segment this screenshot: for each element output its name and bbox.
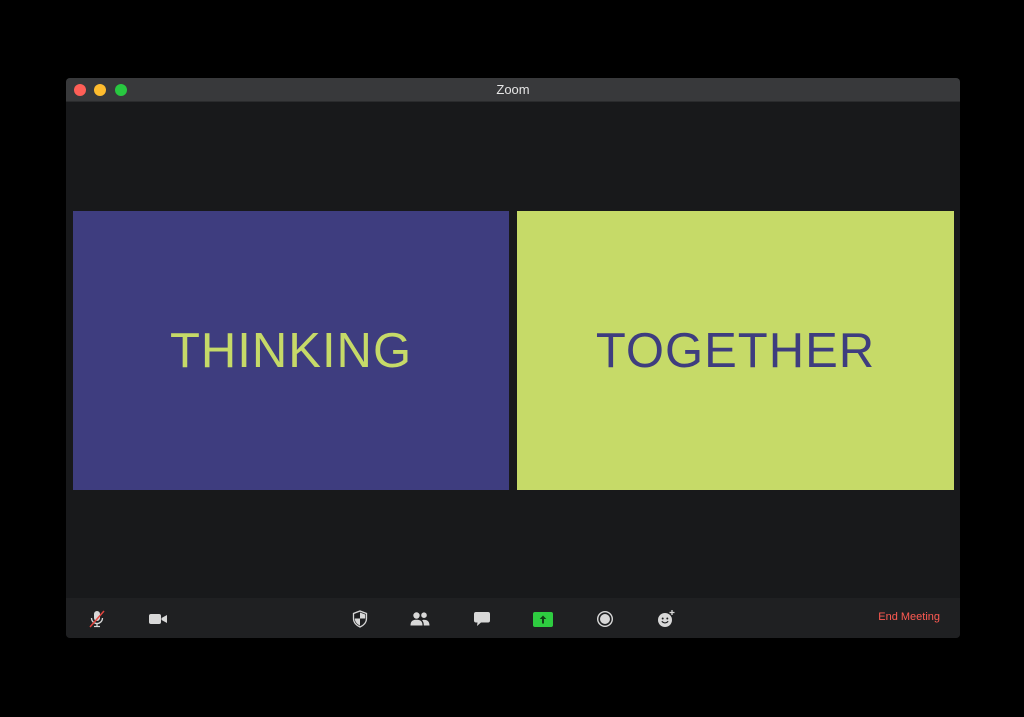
unmute-button[interactable] [86, 608, 108, 630]
shield-icon [352, 610, 368, 628]
participant-tile-together[interactable]: TOGETHER [517, 211, 954, 490]
chat-button[interactable] [471, 608, 493, 630]
participants-button[interactable] [409, 608, 431, 630]
microphone-muted-icon [88, 609, 106, 629]
video-camera-icon [148, 612, 168, 626]
security-button[interactable] [349, 608, 371, 630]
record-icon [596, 610, 614, 628]
window-title: Zoom [496, 82, 530, 97]
chat-bubble-icon [473, 611, 491, 627]
meeting-toolbar: End Meeting [66, 598, 960, 638]
record-button[interactable] [594, 608, 616, 630]
reactions-button[interactable] [655, 608, 677, 630]
video-button[interactable] [147, 608, 169, 630]
tile-text-thinking: THINKING [169, 323, 413, 378]
emoji-plus-icon [656, 609, 676, 629]
zoom-window: Zoom THINKING TOGETHER End Meeting [66, 78, 960, 638]
title-bar: Zoom [66, 78, 960, 102]
people-icon [409, 611, 431, 627]
share-screen-button[interactable] [532, 608, 554, 630]
share-screen-arrow-icon [533, 611, 553, 627]
participant-tile-thinking[interactable]: THINKING [73, 211, 509, 490]
tile-text-together: TOGETHER [595, 323, 876, 378]
end-meeting-button[interactable]: End Meeting [878, 611, 940, 623]
